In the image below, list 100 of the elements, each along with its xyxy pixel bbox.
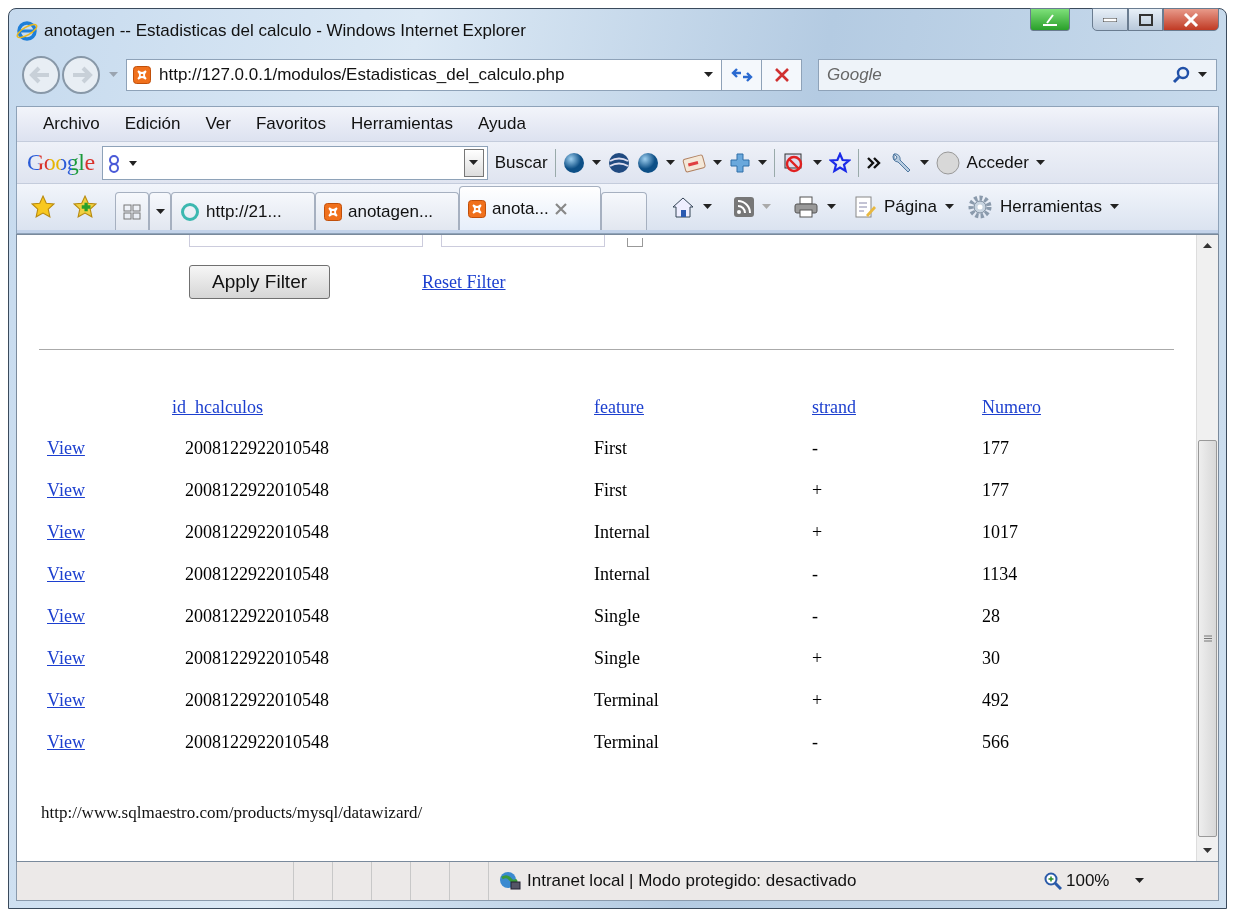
gear-icon bbox=[967, 195, 992, 219]
zoom-icon bbox=[1044, 872, 1062, 890]
refresh-button[interactable] bbox=[722, 59, 762, 91]
table-cell: Internal bbox=[594, 521, 650, 543]
scrollbar[interactable] bbox=[1196, 235, 1218, 861]
table-cell: 2008122922010548 bbox=[185, 563, 329, 585]
globe-icon[interactable] bbox=[636, 151, 659, 174]
checkbox[interactable] bbox=[627, 238, 643, 247]
address-field[interactable]: http://127.0.0.1/modulos/Estadisticas_del_calculo.php bbox=[126, 59, 722, 91]
table-cell: 2008122922010548 bbox=[185, 479, 329, 501]
browser-tab[interactable]: http://21... bbox=[171, 192, 315, 230]
menu-item[interactable]: Edición bbox=[112, 114, 194, 134]
favorites-star-icon[interactable] bbox=[31, 195, 55, 219]
column-header-link[interactable]: Numero bbox=[982, 396, 1041, 418]
sign-in-button[interactable]: Acceder bbox=[966, 152, 1029, 173]
table-cell: Terminal bbox=[594, 689, 659, 711]
xampp-icon bbox=[324, 202, 342, 221]
table-cell: - bbox=[812, 605, 818, 627]
browser-tab[interactable]: anota... bbox=[459, 186, 601, 230]
caret-icon[interactable] bbox=[155, 208, 165, 215]
search-icon[interactable] bbox=[1172, 66, 1190, 84]
caret-icon[interactable] bbox=[665, 159, 675, 166]
add-favorite-icon[interactable] bbox=[73, 195, 97, 219]
menu-item[interactable]: Archivo bbox=[31, 114, 113, 134]
caret-icon[interactable] bbox=[1110, 204, 1119, 210]
caret-icon[interactable] bbox=[812, 159, 822, 166]
caret-icon[interactable] bbox=[591, 159, 601, 166]
input-field[interactable] bbox=[189, 235, 423, 247]
view-link[interactable]: View bbox=[47, 689, 85, 711]
keyboard-button[interactable] bbox=[1030, 8, 1070, 31]
minimize-button[interactable] bbox=[1092, 8, 1128, 31]
menu-item[interactable]: Ver bbox=[193, 114, 244, 134]
table-cell: 177 bbox=[982, 437, 1009, 459]
input-field[interactable] bbox=[441, 235, 605, 247]
table-cell: 2008122922010548 bbox=[185, 437, 329, 459]
caret-icon[interactable] bbox=[944, 204, 954, 210]
xampp-icon bbox=[133, 66, 151, 84]
caret-icon[interactable] bbox=[919, 159, 929, 166]
close-icon bbox=[1183, 12, 1199, 27]
zoom-caret-icon[interactable] bbox=[1135, 878, 1145, 884]
menu-item[interactable]: Herramientas bbox=[338, 114, 466, 134]
caret-icon[interactable] bbox=[1035, 159, 1045, 166]
view-link[interactable]: View bbox=[47, 605, 85, 627]
table-cell: 2008122922010548 bbox=[185, 605, 329, 627]
zoom-button[interactable]: 100% bbox=[1044, 871, 1110, 891]
view-link[interactable]: View bbox=[47, 521, 85, 543]
view-link[interactable]: View bbox=[47, 563, 85, 585]
menu-item[interactable]: Ayuda bbox=[465, 114, 539, 134]
table-cell: First bbox=[594, 479, 627, 501]
view-link[interactable]: View bbox=[47, 731, 85, 753]
menu-item[interactable]: Favoritos bbox=[244, 114, 339, 134]
caret-icon[interactable] bbox=[1198, 72, 1207, 78]
chevron-icon[interactable] bbox=[865, 155, 882, 170]
card-icon[interactable] bbox=[681, 152, 706, 173]
caret-icon[interactable] bbox=[827, 204, 836, 210]
table-cell: Terminal bbox=[594, 731, 659, 753]
table-cell: 177 bbox=[982, 479, 1009, 501]
table-cell: 2008122922010548 bbox=[185, 521, 329, 543]
g-icon[interactable] bbox=[106, 152, 137, 173]
close-button[interactable] bbox=[1163, 8, 1219, 31]
home-icon[interactable] bbox=[671, 196, 695, 218]
stop-button[interactable] bbox=[762, 59, 802, 91]
column-header-link[interactable]: feature bbox=[594, 396, 644, 418]
table-cell: + bbox=[812, 647, 823, 669]
view-link[interactable]: View bbox=[47, 647, 85, 669]
search-field[interactable]: Google bbox=[818, 59, 1217, 91]
view-link[interactable]: View bbox=[47, 479, 85, 501]
caret-icon[interactable] bbox=[469, 159, 479, 166]
close-icon[interactable] bbox=[554, 202, 567, 215]
view-link[interactable]: View bbox=[47, 437, 85, 459]
table-cell: - bbox=[812, 563, 818, 585]
browser-logo-icon bbox=[16, 20, 38, 42]
caret-icon[interactable] bbox=[757, 159, 767, 166]
scroll-down-icon[interactable] bbox=[1203, 848, 1212, 854]
column-header-link[interactable]: strand bbox=[812, 396, 856, 418]
caret-icon[interactable] bbox=[703, 204, 712, 210]
globe-icon[interactable] bbox=[562, 151, 585, 174]
column-header-link[interactable]: id_hcalculos bbox=[172, 396, 263, 418]
dropdown-button[interactable] bbox=[463, 148, 484, 177]
stop-icon bbox=[773, 67, 790, 83]
scroll-thumb[interactable] bbox=[1198, 440, 1217, 837]
earth-icon[interactable] bbox=[607, 151, 630, 174]
tools-menu[interactable]: Herramientas bbox=[999, 197, 1102, 217]
page-menu[interactable]: Página bbox=[884, 197, 937, 217]
toolbar-search-field[interactable] bbox=[101, 145, 488, 180]
caret-icon[interactable] bbox=[704, 72, 713, 78]
browser-tab[interactable]: anotagen... bbox=[315, 192, 459, 230]
apply-filter-button[interactable]: Apply Filter bbox=[189, 265, 331, 299]
tab-list-button[interactable] bbox=[149, 192, 171, 230]
maximize-button[interactable] bbox=[1128, 8, 1163, 31]
scroll-up-icon[interactable] bbox=[1203, 242, 1212, 248]
caret-icon[interactable] bbox=[712, 159, 722, 166]
table-cell: + bbox=[812, 521, 823, 543]
search-button[interactable]: Buscar bbox=[494, 152, 548, 173]
plus-icon[interactable] bbox=[728, 151, 751, 174]
printer-icon[interactable] bbox=[793, 196, 819, 218]
feed-icon[interactable] bbox=[734, 197, 754, 217]
grid-icon bbox=[123, 203, 141, 220]
star-icon[interactable] bbox=[828, 151, 851, 174]
reset-filter-link[interactable]: Reset Filter bbox=[422, 271, 506, 293]
